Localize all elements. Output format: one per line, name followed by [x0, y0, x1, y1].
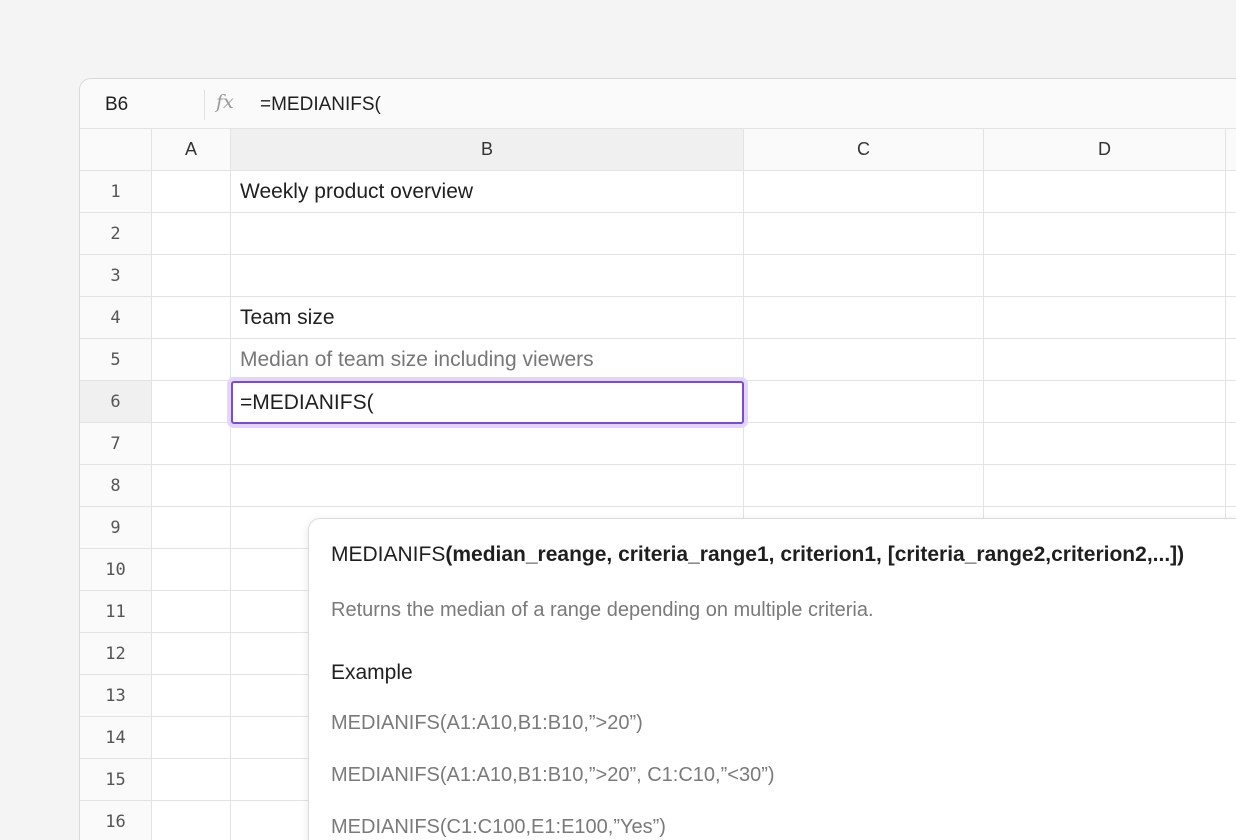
row-header-5[interactable]: 5 [80, 339, 152, 381]
row-header-1[interactable]: 1 [80, 171, 152, 213]
cell-d7[interactable] [984, 423, 1226, 465]
cell-d8[interactable] [984, 465, 1226, 507]
row-header-6[interactable]: 6 [80, 381, 152, 423]
cell-a14[interactable] [152, 717, 231, 759]
cell-c7[interactable] [744, 423, 984, 465]
sheet-row: 1 Weekly product overview [80, 171, 1236, 213]
column-header-c[interactable]: C [744, 129, 984, 171]
cell-b5[interactable]: Median of team size including viewers [231, 339, 744, 381]
example-heading: Example [331, 661, 413, 684]
formula-bar-divider [204, 90, 205, 120]
row-header-9[interactable]: 9 [80, 507, 152, 549]
formula-bar: B6 fx =MEDIANIFS( [80, 79, 1236, 129]
cell-c3[interactable] [744, 255, 984, 297]
column-header-e[interactable] [1226, 129, 1236, 171]
cell-a7[interactable] [152, 423, 231, 465]
row-header-15[interactable]: 15 [80, 759, 152, 801]
cell-e6[interactable] [1226, 381, 1236, 423]
cell-b8[interactable] [231, 465, 744, 507]
cell-e5[interactable] [1226, 339, 1236, 381]
example-item[interactable]: MEDIANIFS(A1:A10,B1:B10,”>20”, C1:C10,”<… [331, 764, 775, 787]
cell-c4[interactable] [744, 297, 984, 339]
cell-e2[interactable] [1226, 213, 1236, 255]
cell-e1[interactable] [1226, 171, 1236, 213]
cell-a2[interactable] [152, 213, 231, 255]
function-icon: fx [216, 91, 234, 113]
cell-a15[interactable] [152, 759, 231, 801]
cell-b4[interactable]: Team size [231, 297, 744, 339]
active-cell-editor[interactable]: =MEDIANIFS( [231, 381, 744, 424]
sheet-row: 3 [80, 255, 1236, 297]
spreadsheet: B6 fx =MEDIANIFS( A B C D 1 Weekly produc… [79, 78, 1236, 840]
example-item[interactable]: MEDIANIFS(A1:A10,B1:B10,”>20”) [331, 712, 643, 735]
sheet-row: 8 [80, 465, 1236, 507]
cell-a9[interactable] [152, 507, 231, 549]
cell-a1[interactable] [152, 171, 231, 213]
formula-input[interactable]: =MEDIANIFS( [260, 94, 381, 116]
cell-c8[interactable] [744, 465, 984, 507]
cell-e8[interactable] [1226, 465, 1236, 507]
cell-e3[interactable] [1226, 255, 1236, 297]
sheet-row: 5 Median of team size including viewers [80, 339, 1236, 381]
cell-b3[interactable] [231, 255, 744, 297]
cell-a4[interactable] [152, 297, 231, 339]
cell-b2[interactable] [231, 213, 744, 255]
row-header-2[interactable]: 2 [80, 213, 152, 255]
row-header-3[interactable]: 3 [80, 255, 152, 297]
cell-b7[interactable] [231, 423, 744, 465]
cell-c1[interactable] [744, 171, 984, 213]
select-all-corner[interactable] [80, 129, 152, 171]
function-description: Returns the median of a range depending … [331, 599, 874, 621]
cell-d5[interactable] [984, 339, 1226, 381]
cell-a13[interactable] [152, 675, 231, 717]
sheet-row: 4 Team size [80, 297, 1236, 339]
column-header-a[interactable]: A [152, 129, 231, 171]
function-arguments: (median_reange, criteria_range1, criteri… [445, 543, 1185, 566]
cell-e4[interactable] [1226, 297, 1236, 339]
row-header-14[interactable]: 14 [80, 717, 152, 759]
function-name: MEDIANIFS [331, 543, 446, 566]
cell-d3[interactable] [984, 255, 1226, 297]
cell-d2[interactable] [984, 213, 1226, 255]
cell-a11[interactable] [152, 591, 231, 633]
row-header-16[interactable]: 16 [80, 801, 152, 840]
sheet-row: 7 [80, 423, 1236, 465]
function-signature: MEDIANIFS(median_reange, criteria_range1… [331, 543, 1184, 567]
cell-d4[interactable] [984, 297, 1226, 339]
row-header-11[interactable]: 11 [80, 591, 152, 633]
cell-e7[interactable] [1226, 423, 1236, 465]
name-box[interactable]: B6 [105, 94, 128, 116]
cell-a3[interactable] [152, 255, 231, 297]
example-item[interactable]: MEDIANIFS(C1:C100,E1:E100,”Yes”) [331, 816, 666, 839]
cell-b1[interactable]: Weekly product overview [231, 171, 744, 213]
cell-d1[interactable] [984, 171, 1226, 213]
cell-a6[interactable] [152, 381, 231, 423]
cell-c6[interactable] [744, 381, 984, 423]
row-header-8[interactable]: 8 [80, 465, 152, 507]
row-header-4[interactable]: 4 [80, 297, 152, 339]
column-header-d[interactable]: D [984, 129, 1226, 171]
sheet-row: 2 [80, 213, 1236, 255]
cell-c2[interactable] [744, 213, 984, 255]
row-header-13[interactable]: 13 [80, 675, 152, 717]
cell-a12[interactable] [152, 633, 231, 675]
formula-autocomplete-popup: MEDIANIFS(median_reange, criteria_range1… [308, 518, 1236, 840]
cell-a5[interactable] [152, 339, 231, 381]
cell-a8[interactable] [152, 465, 231, 507]
row-header-10[interactable]: 10 [80, 549, 152, 591]
cell-d6[interactable] [984, 381, 1226, 423]
row-header-7[interactable]: 7 [80, 423, 152, 465]
cell-a10[interactable] [152, 549, 231, 591]
cell-c5[interactable] [744, 339, 984, 381]
column-header-b[interactable]: B [231, 129, 744, 171]
cell-a16[interactable] [152, 801, 231, 840]
row-header-12[interactable]: 12 [80, 633, 152, 675]
